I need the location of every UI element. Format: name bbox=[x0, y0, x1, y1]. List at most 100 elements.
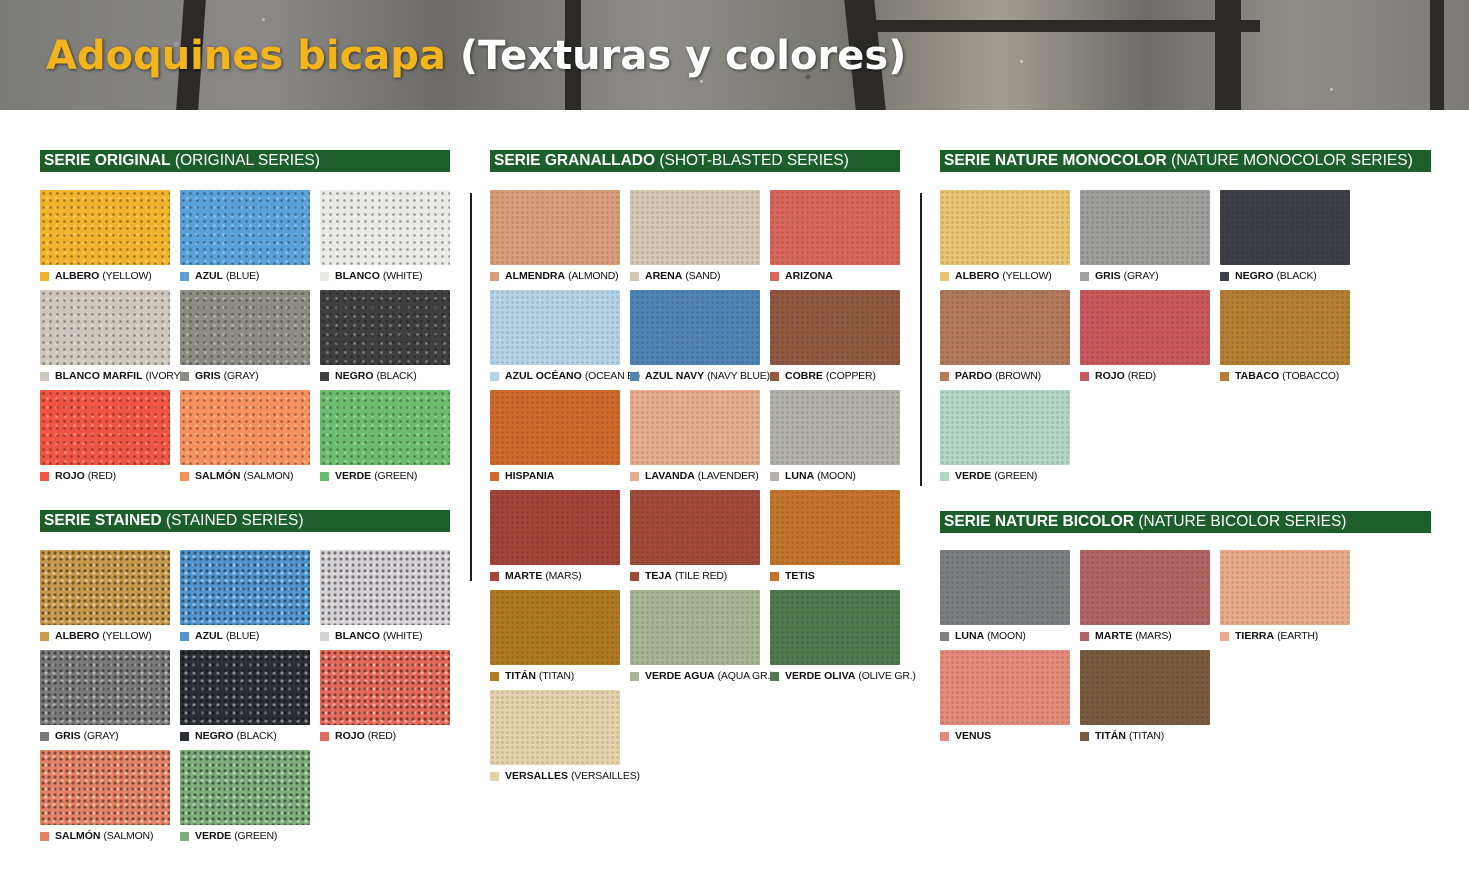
swatch-caption: LUNA (MOON) bbox=[940, 630, 1070, 642]
swatch-item: VENUS bbox=[940, 650, 1070, 742]
swatch-name: SALMÓN bbox=[195, 470, 241, 482]
swatch-caption: BLANCO (WHITE) bbox=[320, 270, 450, 282]
swatch-item: ALBERO (YELLOW) bbox=[940, 190, 1070, 282]
swatch-item: MARTE (MARS) bbox=[490, 490, 620, 582]
swatch-caption: AZUL (BLUE) bbox=[180, 630, 310, 642]
color-chip-icon bbox=[630, 671, 639, 681]
swatch-name: ROJO bbox=[55, 470, 85, 482]
swatch-item: SALMÓN (SALMON) bbox=[180, 390, 310, 482]
swatch-tile bbox=[770, 290, 900, 365]
swatch-english-name: (YELLOW) bbox=[102, 630, 152, 642]
swatch-tile bbox=[40, 190, 170, 265]
swatch-caption: TEJA (TILE RED) bbox=[630, 570, 760, 582]
swatch-item: NEGRO (BLACK) bbox=[1220, 190, 1350, 282]
swatch-item: NEGRO (BLACK) bbox=[180, 650, 310, 742]
swatch-english-name: (MOON) bbox=[987, 630, 1026, 642]
swatch-tile bbox=[1220, 290, 1350, 365]
swatch-name: ROJO bbox=[1095, 370, 1125, 382]
swatch-name: TITÁN bbox=[1095, 730, 1126, 742]
swatch-item: BLANCO MARFIL (IVORY) bbox=[40, 290, 184, 382]
swatch-item: TEJA (TILE RED) bbox=[630, 490, 760, 582]
section-subtitle: (NATURE BICOLOR SERIES) bbox=[1138, 513, 1347, 530]
swatch-tile bbox=[630, 290, 760, 365]
swatch-name: VERDE bbox=[335, 470, 372, 482]
swatch-english-name: (RED) bbox=[367, 730, 396, 742]
swatch-caption: NEGRO (BLACK) bbox=[1220, 270, 1350, 282]
swatch-tile bbox=[180, 190, 310, 265]
swatch-item: TITÁN (TITAN) bbox=[490, 590, 620, 682]
swatch-tile bbox=[940, 550, 1070, 625]
color-chip-icon bbox=[1080, 271, 1089, 281]
swatch-name: NEGRO bbox=[195, 730, 234, 742]
swatch-caption: VENUS bbox=[940, 730, 1070, 742]
swatch-english-name: (VERSAILLES) bbox=[571, 770, 640, 782]
swatch-item: LUNA (MOON) bbox=[940, 550, 1070, 642]
swatch-caption: ALBERO (YELLOW) bbox=[940, 270, 1070, 282]
swatch-item: TETIS bbox=[770, 490, 900, 582]
swatch-tile bbox=[490, 190, 620, 265]
swatch-name: TABACO bbox=[1235, 370, 1280, 382]
swatch-tile bbox=[490, 390, 620, 465]
swatch-tile bbox=[40, 750, 170, 825]
color-chip-icon bbox=[180, 471, 189, 481]
swatch-english-name: (OLIVE GR.) bbox=[858, 670, 916, 682]
swatch-name: PARDO bbox=[955, 370, 993, 382]
swatch-tile bbox=[180, 750, 310, 825]
swatch-tile bbox=[1220, 550, 1350, 625]
swatch-item: TABACO (TOBACCO) bbox=[1220, 290, 1350, 382]
color-chip-icon bbox=[770, 571, 779, 581]
swatch-item: BLANCO (WHITE) bbox=[320, 550, 450, 642]
swatch-name: GRIS bbox=[55, 730, 81, 742]
swatch-name: ROJO bbox=[335, 730, 365, 742]
swatch-tile bbox=[180, 650, 310, 725]
section-header-original: SERIE ORIGINAL (ORIGINAL SERIES) bbox=[40, 150, 450, 172]
swatch-tile bbox=[1080, 190, 1210, 265]
swatch-item: GRIS (GRAY) bbox=[40, 650, 170, 742]
swatch-tile bbox=[180, 290, 310, 365]
color-chip-icon bbox=[40, 831, 49, 841]
color-chip-icon bbox=[320, 631, 329, 641]
section-title: SERIE STAINED bbox=[44, 512, 162, 529]
color-chip-icon bbox=[180, 371, 189, 381]
color-chip-icon bbox=[320, 371, 329, 381]
swatch-caption: ARENA (SAND) bbox=[630, 270, 760, 282]
swatch-tile bbox=[940, 290, 1070, 365]
swatch-english-name: (TOBACCO) bbox=[1282, 370, 1340, 382]
swatch-caption: VERDE (GREEN) bbox=[940, 470, 1070, 482]
swatch-item: TIERRA (EARTH) bbox=[1220, 550, 1350, 642]
swatch-name: VERSALLES bbox=[505, 770, 569, 782]
swatch-english-name: (TITAN) bbox=[1128, 730, 1165, 742]
swatch-tile bbox=[490, 290, 620, 365]
swatch-caption: TITÁN (TITAN) bbox=[490, 670, 620, 682]
swatch-tile bbox=[940, 190, 1070, 265]
swatch-item: TITÁN (TITAN) bbox=[1080, 650, 1210, 742]
color-chip-icon bbox=[40, 371, 49, 381]
swatch-name: ALBERO bbox=[955, 270, 1000, 282]
swatch-item: ROJO (RED) bbox=[320, 650, 450, 742]
color-chip-icon bbox=[630, 371, 639, 381]
swatch-english-name: (BROWN) bbox=[995, 370, 1041, 382]
swatch-english-name: (SALMON) bbox=[243, 470, 294, 482]
section-header-granallado: SERIE GRANALLADO (SHOT-BLASTED SERIES) bbox=[490, 150, 900, 172]
color-chip-icon bbox=[940, 631, 949, 641]
swatch-english-name: (TILE RED) bbox=[674, 570, 728, 582]
swatch-name: GRIS bbox=[195, 370, 221, 382]
swatch-tile bbox=[320, 650, 450, 725]
swatch-caption: ROJO (RED) bbox=[40, 470, 170, 482]
swatch-name: LUNA bbox=[955, 630, 985, 642]
swatch-item: NEGRO (BLACK) bbox=[320, 290, 450, 382]
section-subtitle: (ORIGINAL SERIES) bbox=[174, 152, 320, 169]
swatch-english-name: (MARS) bbox=[545, 570, 582, 582]
swatch-tile bbox=[320, 390, 450, 465]
swatch-tile bbox=[1220, 190, 1350, 265]
swatch-english-name: (ALMOND) bbox=[568, 270, 619, 282]
swatch-caption: SALMÓN (SALMON) bbox=[180, 470, 310, 482]
swatch-name: ALBERO bbox=[55, 270, 100, 282]
swatch-english-name: (GRAY) bbox=[1123, 270, 1159, 282]
color-chip-icon bbox=[770, 271, 779, 281]
swatch-name: AZUL bbox=[195, 630, 223, 642]
swatch-caption: AZUL (BLUE) bbox=[180, 270, 310, 282]
swatch-tile bbox=[320, 550, 450, 625]
swatch-item: ALBERO (YELLOW) bbox=[40, 550, 170, 642]
color-chip-icon bbox=[490, 671, 499, 681]
